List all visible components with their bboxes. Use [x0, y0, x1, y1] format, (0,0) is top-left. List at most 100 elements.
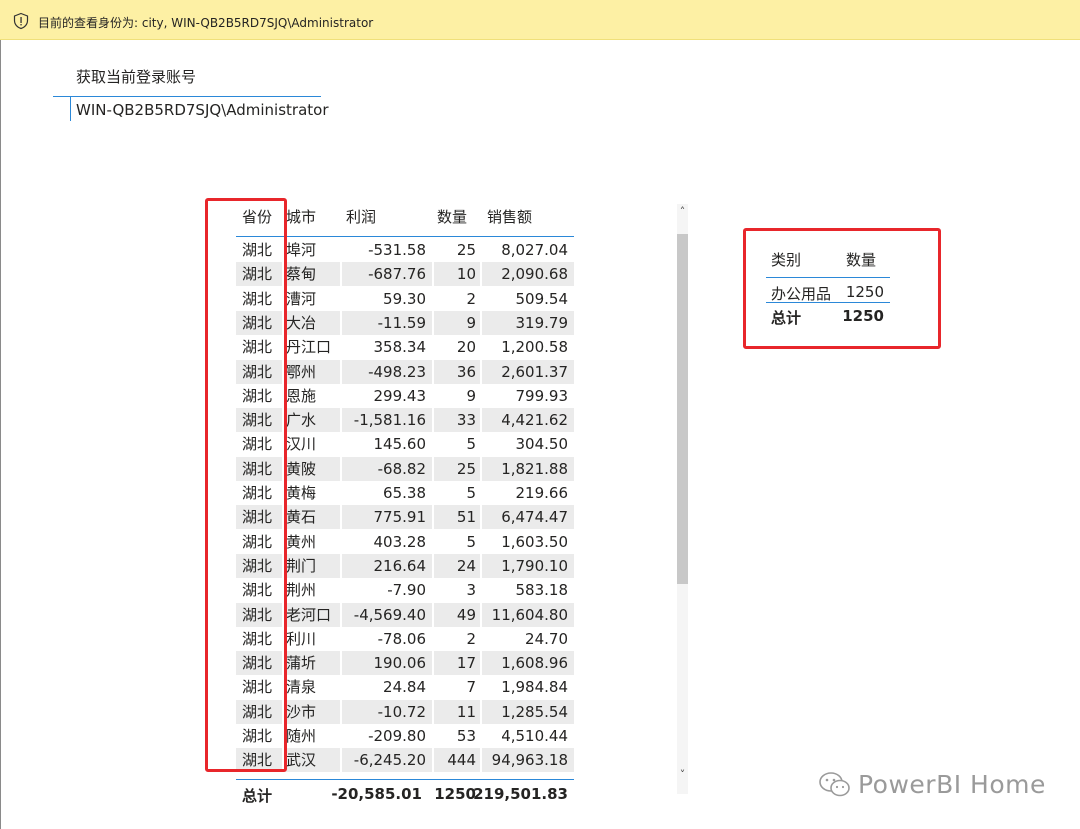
cell-city: 恩施	[286, 386, 317, 405]
cell-profit: -687.76	[368, 265, 426, 284]
column-gap	[480, 651, 482, 676]
cell-qty: 36	[456, 362, 476, 381]
summary-header-qty[interactable]: 数量	[846, 249, 876, 270]
column-gap	[432, 505, 434, 530]
cell-profit: -6,245.20	[353, 751, 426, 770]
column-gap	[340, 335, 342, 360]
scrollbar-thumb[interactable]	[677, 234, 688, 584]
summary-header-category[interactable]: 类别	[771, 249, 801, 270]
header-sales[interactable]: 销售额	[487, 206, 532, 227]
cell-qty: 24	[456, 556, 476, 575]
column-gap	[432, 675, 434, 700]
cell-profit: -68.82	[377, 459, 426, 478]
header-profit[interactable]: 利润	[346, 206, 376, 227]
column-gap	[432, 529, 434, 554]
cell-profit: 65.38	[383, 484, 426, 502]
cell-qty: 444	[447, 751, 476, 770]
column-gap	[480, 456, 482, 481]
cell-sales: 2,601.37	[501, 362, 568, 381]
column-gap	[340, 408, 342, 433]
summary-total-qty: 1250	[842, 307, 884, 325]
total-profit: -20,585.01	[331, 785, 422, 803]
wechat-icon	[819, 771, 850, 796]
cell-sales: 4,510.44	[501, 727, 568, 745]
summary-category: 办公用品	[771, 285, 832, 303]
column-gap	[480, 335, 482, 360]
column-gap	[340, 626, 342, 651]
column-gap	[432, 310, 434, 335]
cell-city: 黄州	[286, 532, 317, 551]
cell-city: 荆州	[286, 581, 317, 600]
column-gap	[340, 456, 342, 481]
cell-city: 老河口	[286, 605, 332, 624]
cell-qty: 2	[466, 629, 476, 648]
column-gap	[432, 748, 434, 773]
column-gap	[432, 262, 434, 287]
column-gap	[340, 529, 342, 554]
column-gap	[432, 359, 434, 384]
column-gap	[340, 748, 342, 773]
cell-sales: 1,200.58	[501, 338, 568, 357]
cell-city: 黄梅	[286, 484, 317, 502]
column-gap	[340, 383, 342, 408]
cell-sales: 1,790.10	[501, 556, 568, 575]
cell-profit: 190.06	[373, 654, 427, 673]
cell-sales: 11,604.80	[491, 605, 568, 624]
cell-sales: 319.79	[515, 313, 569, 332]
cell-profit: 299.43	[373, 386, 427, 405]
card-divider	[53, 96, 321, 97]
column-gap	[340, 238, 342, 262]
column-gap	[340, 675, 342, 700]
column-gap	[432, 651, 434, 676]
summary-qty: 1250	[845, 283, 884, 301]
cell-sales: 799.93	[515, 386, 569, 405]
identity-banner: 目前的查看身份为: city, WIN-QB2B5RD7SJQ\Administ…	[0, 0, 1080, 40]
column-gap	[432, 383, 434, 408]
cell-profit: 403.28	[373, 532, 427, 551]
cell-city: 荆门	[286, 556, 317, 575]
cell-profit: -209.80	[368, 727, 426, 745]
column-gap	[340, 262, 342, 287]
column-gap	[432, 481, 434, 505]
column-gap	[432, 626, 434, 651]
column-gap	[480, 383, 482, 408]
cell-qty: 3	[466, 581, 476, 600]
column-gap	[432, 432, 434, 457]
header-qty[interactable]: 数量	[437, 206, 467, 227]
column-gap	[480, 675, 482, 700]
cell-sales: 8,027.04	[501, 241, 568, 259]
cell-qty: 5	[466, 532, 476, 551]
cell-profit: -11.59	[377, 313, 426, 332]
scroll-up-arrow-icon[interactable]: ˄	[677, 205, 688, 218]
column-gap	[480, 481, 482, 505]
cell-sales: 583.18	[515, 581, 569, 600]
cell-city: 广水	[286, 411, 317, 430]
column-gap	[480, 432, 482, 457]
cell-sales: 4,421.62	[501, 411, 568, 430]
card-divider-vertical	[70, 96, 71, 121]
cell-profit: -498.23	[368, 362, 426, 381]
scroll-down-arrow-icon[interactable]: ˅	[677, 768, 688, 781]
cell-profit: 216.64	[373, 556, 427, 575]
cell-sales: 1,285.54	[501, 702, 568, 721]
column-gap	[480, 748, 482, 773]
card-value: WIN-QB2B5RD7SJQ\Administrator	[76, 101, 329, 119]
cell-city: 蔡甸	[286, 265, 317, 284]
summary-total-divider	[766, 302, 890, 303]
cell-city: 蒲圻	[286, 654, 317, 673]
cell-city: 漕河	[286, 289, 317, 308]
column-gap	[432, 553, 434, 578]
cell-profit: -7.90	[387, 581, 426, 600]
cell-city: 大冶	[286, 313, 317, 332]
cell-city: 埠河	[286, 241, 317, 259]
card-title: 获取当前登录账号	[76, 68, 197, 86]
cell-sales: 1,603.50	[501, 532, 568, 551]
column-gap	[480, 724, 482, 748]
cell-city: 黄石	[286, 508, 317, 527]
column-gap	[340, 724, 342, 748]
column-gap	[480, 262, 482, 287]
summary-total-label: 总计	[771, 309, 802, 327]
cell-sales: 219.66	[515, 484, 569, 502]
column-gap	[480, 626, 482, 651]
header-city[interactable]: 城市	[286, 206, 316, 227]
